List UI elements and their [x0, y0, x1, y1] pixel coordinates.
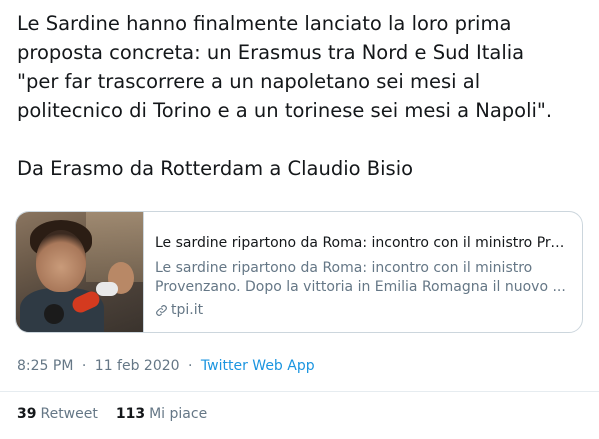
microphone-icon: [96, 282, 118, 296]
tweet-date[interactable]: 11 feb 2020: [95, 358, 180, 374]
meta-separator: ·: [81, 358, 87, 374]
tweet-source-link[interactable]: Twitter Web App: [201, 358, 315, 374]
likes-count: 113: [115, 406, 146, 422]
tweet-time[interactable]: 8:25 PM: [17, 358, 73, 374]
retweets-count: 39: [17, 406, 37, 422]
card-domain: tpi.it: [171, 302, 204, 318]
tweet-meta: 8:25 PM · 11 feb 2020 · Twitter Web App: [17, 357, 315, 376]
link-icon: [156, 305, 167, 316]
microphone-icon: [44, 304, 64, 324]
card-title: Le sardine ripartono da Roma: incontro c…: [155, 235, 572, 251]
divider: [0, 391, 599, 392]
retweets-stat[interactable]: 39 Retweet: [17, 405, 98, 424]
card-thumbnail: [16, 212, 144, 332]
card-body: Le sardine ripartono da Roma: incontro c…: [144, 212, 582, 332]
meta-separator: ·: [188, 358, 193, 374]
tweet-stats: 39 Retweet 113 Mi piace: [17, 405, 207, 424]
likes-stat[interactable]: 113 Mi piace: [116, 405, 207, 424]
card-domain-row: tpi.it: [155, 301, 572, 320]
thumbnail-head: [36, 230, 86, 292]
likes-label: Mi piace: [149, 406, 208, 422]
retweets-label: Retweet: [40, 406, 98, 422]
link-preview-card[interactable]: Le sardine ripartono da Roma: incontro c…: [15, 211, 583, 333]
card-description: Le sardine ripartono da Roma: incontro c…: [155, 260, 566, 295]
tweet-text: Le Sardine hanno finalmente lanciato la …: [17, 12, 553, 180]
